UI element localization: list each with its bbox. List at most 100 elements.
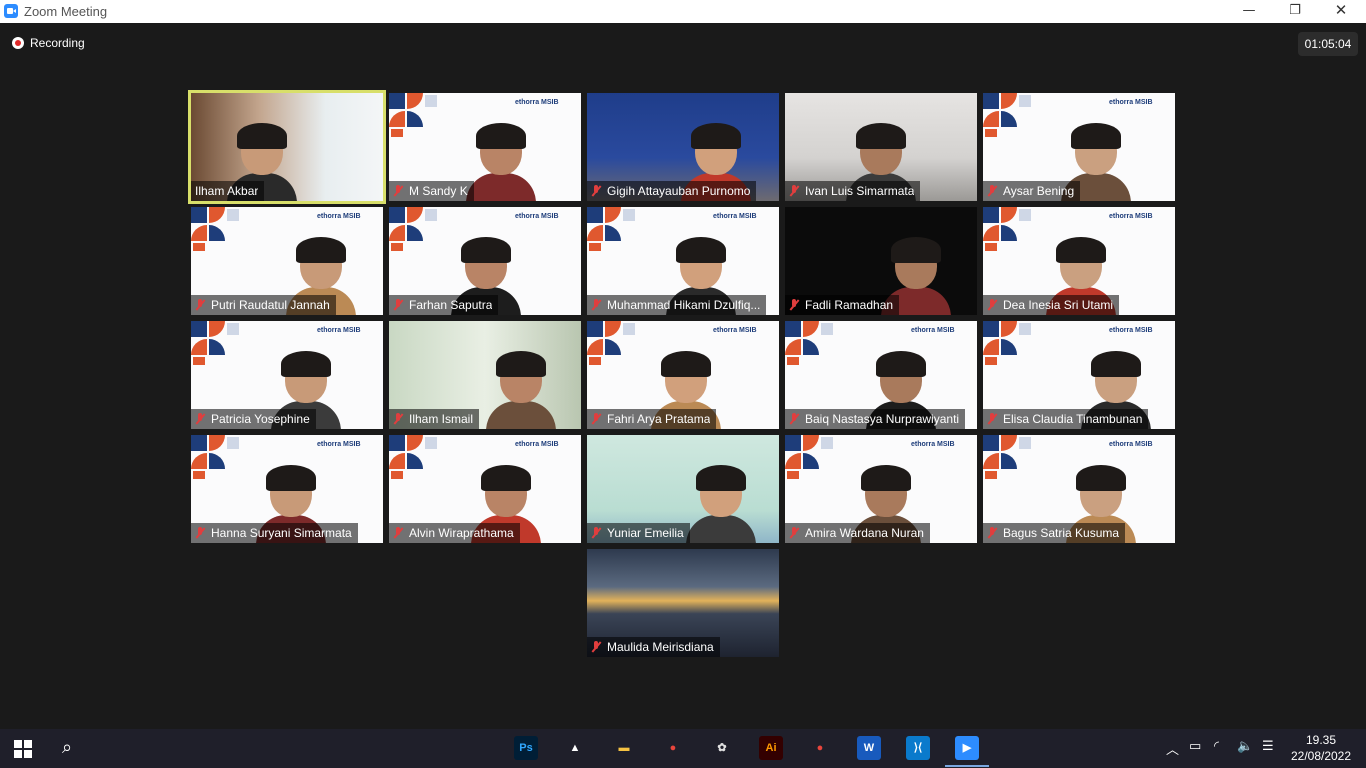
participant-tile[interactable]: Yuniar Emeilia [587,435,779,543]
participant-tile[interactable]: ethorra MSIB Elisa Claudia Tinambunan [983,321,1175,429]
restore-button[interactable]: ❐ [1272,0,1318,23]
participant-name: Baiq Nastasya Nurprawiyanti [785,409,966,429]
participant-name-text: Ilham Ismail [409,412,474,426]
virtual-background-pattern [191,435,247,481]
close-button[interactable]: ✕ [1318,0,1364,23]
system-clock[interactable]: 19.35 22/08/2022 [1286,732,1356,764]
participant-video [486,351,556,429]
app-2-icon[interactable]: ▲ [563,736,587,760]
chrome-icon[interactable]: ● [661,736,685,760]
search-icon[interactable]: ⌕ [62,737,84,759]
participant-tile[interactable]: ethorra MSIB Farhan Saputra [389,207,581,315]
photoshop-icon[interactable]: Ps [514,736,538,760]
participant-name: Fahri Arya Pratama [587,409,717,429]
app-5-icon[interactable]: ✿ [710,736,734,760]
participant-tile[interactable]: ethorra MSIB Putri Raudatul Jannah [191,207,383,315]
participant-tile[interactable]: Maulida Meirisdiana [587,549,779,657]
mic-muted-icon [393,413,403,425]
virtual-background-pattern [785,321,841,367]
illustrator-icon[interactable]: Ai [759,736,783,760]
mic-muted-icon [591,413,601,425]
word-icon[interactable]: W [857,736,881,760]
participant-tile[interactable]: ethorra MSIB Alvin Wiraprathama [389,435,581,543]
windows-taskbar: ⌕ Ps ▲ ▬ ● ✿ Ai ● W ⟩⟨ ▶ ︿ ▭ ◜ 🔈 ☰ 19.35 22/08/20… [0,729,1366,768]
windows-start-icon[interactable] [14,740,32,758]
participant-tile[interactable]: ethorra MSIB Baiq Nastasya Nurprawiyanti [785,321,977,429]
participant-name: M Sandy K [389,181,474,201]
participant-tile[interactable]: ethorra MSIB Amira Wardana Nuran [785,435,977,543]
participant-name-text: Patricia Yosephine [211,412,310,426]
mic-muted-icon [789,413,799,425]
participant-name-text: Muhammad Hikami Dzulfiq... [607,298,761,312]
participant-name-text: Amira Wardana Nuran [805,526,924,540]
participant-tile[interactable]: ethorra MSIB M Sandy K [389,93,581,201]
mic-muted-icon [789,185,799,197]
participant-name-text: Yuniar Emeilia [607,526,684,540]
participant-name: Aysar Bening [983,181,1081,201]
participant-name: Bagus Satria Kusuma [983,523,1126,543]
participant-name: Putri Raudatul Jannah [191,295,336,315]
participant-tile[interactable]: Fadli Ramadhan [785,207,977,315]
participant-tile[interactable]: ethorra MSIB Fahri Arya Pratama [587,321,779,429]
participant-tile[interactable]: ethorra MSIB Hanna Suryani Simarmata [191,435,383,543]
notification-icon[interactable]: ☰ [1262,739,1274,754]
background-brand-logo: ethorra MSIB [515,99,559,106]
background-brand-logo: ethorra MSIB [911,327,955,334]
virtual-background-pattern [587,321,643,367]
participant-tile[interactable]: Ilham Ismail [389,321,581,429]
chrome-2-icon[interactable]: ● [808,736,832,760]
background-brand-logo: ethorra MSIB [911,441,955,448]
background-brand-logo: ethorra MSIB [317,441,361,448]
mic-muted-icon [393,185,403,197]
participant-name: Amira Wardana Nuran [785,523,930,543]
vscode-icon[interactable]: ⟩⟨ [906,736,930,760]
participant-tile[interactable]: Gigih Attayauban Purnomo [587,93,779,201]
participant-name: Elisa Claudia Tinambunan [983,409,1149,429]
volume-icon[interactable]: 🔈 [1237,739,1253,754]
mic-muted-icon [591,299,601,311]
virtual-background-pattern [191,207,247,253]
participant-tile[interactable]: ethorra MSIB Patricia Yosephine [191,321,383,429]
background-brand-logo: ethorra MSIB [515,213,559,220]
participant-tile[interactable]: Ilham Akbar [188,90,386,204]
participant-name-text: Maulida Meirisdiana [607,640,714,654]
participant-name-text: Fahri Arya Pratama [607,412,711,426]
participant-name-text: Gigih Attayauban Purnomo [607,184,751,198]
mic-muted-icon [987,413,997,425]
virtual-background-pattern [983,321,1039,367]
mic-muted-icon [987,185,997,197]
wifi-icon[interactable]: ◜ [1214,739,1219,754]
participant-tile[interactable]: Ivan Luis Simarmata [785,93,977,201]
background-brand-logo: ethorra MSIB [1109,327,1153,334]
participant-tile[interactable]: ethorra MSIB Muhammad Hikami Dzulfiq... [587,207,779,315]
participant-tile[interactable]: ethorra MSIB Aysar Bening [983,93,1175,201]
mic-muted-icon [591,641,601,653]
minimize-button[interactable]: — [1226,0,1272,23]
background-brand-logo: ethorra MSIB [317,213,361,220]
virtual-background-pattern [983,435,1039,481]
virtual-background-pattern [983,93,1039,139]
participant-name: Ivan Luis Simarmata [785,181,921,201]
recording-label: Recording [30,36,85,50]
participant-name-text: Dea Inesia Sri Utami [1003,298,1114,312]
participant-name: Ilham Ismail [389,409,480,429]
background-brand-logo: ethorra MSIB [1109,441,1153,448]
participant-name-text: Bagus Satria Kusuma [1003,526,1120,540]
clock-time: 19.35 [1305,733,1337,747]
participant-video [466,123,536,201]
participant-name-text: Aysar Bening [1003,184,1075,198]
file-explorer-icon[interactable]: ▬ [612,736,636,760]
mic-muted-icon [195,299,205,311]
participant-name: Farhan Saputra [389,295,499,315]
participant-name-text: Fadli Ramadhan [805,298,894,312]
mic-muted-icon [987,527,997,539]
window-title: Zoom Meeting [24,4,108,19]
battery-icon[interactable]: ▭ [1189,739,1201,754]
participant-name: Patricia Yosephine [191,409,316,429]
background-brand-logo: ethorra MSIB [713,213,757,220]
recording-indicator[interactable]: Recording [12,36,85,50]
participant-tile[interactable]: ethorra MSIB Dea Inesia Sri Utami [983,207,1175,315]
chevron-up-icon[interactable]: ︿ [1166,739,1179,758]
participant-tile[interactable]: ethorra MSIB Bagus Satria Kusuma [983,435,1175,543]
zoom-icon[interactable]: ▶ [945,736,989,767]
